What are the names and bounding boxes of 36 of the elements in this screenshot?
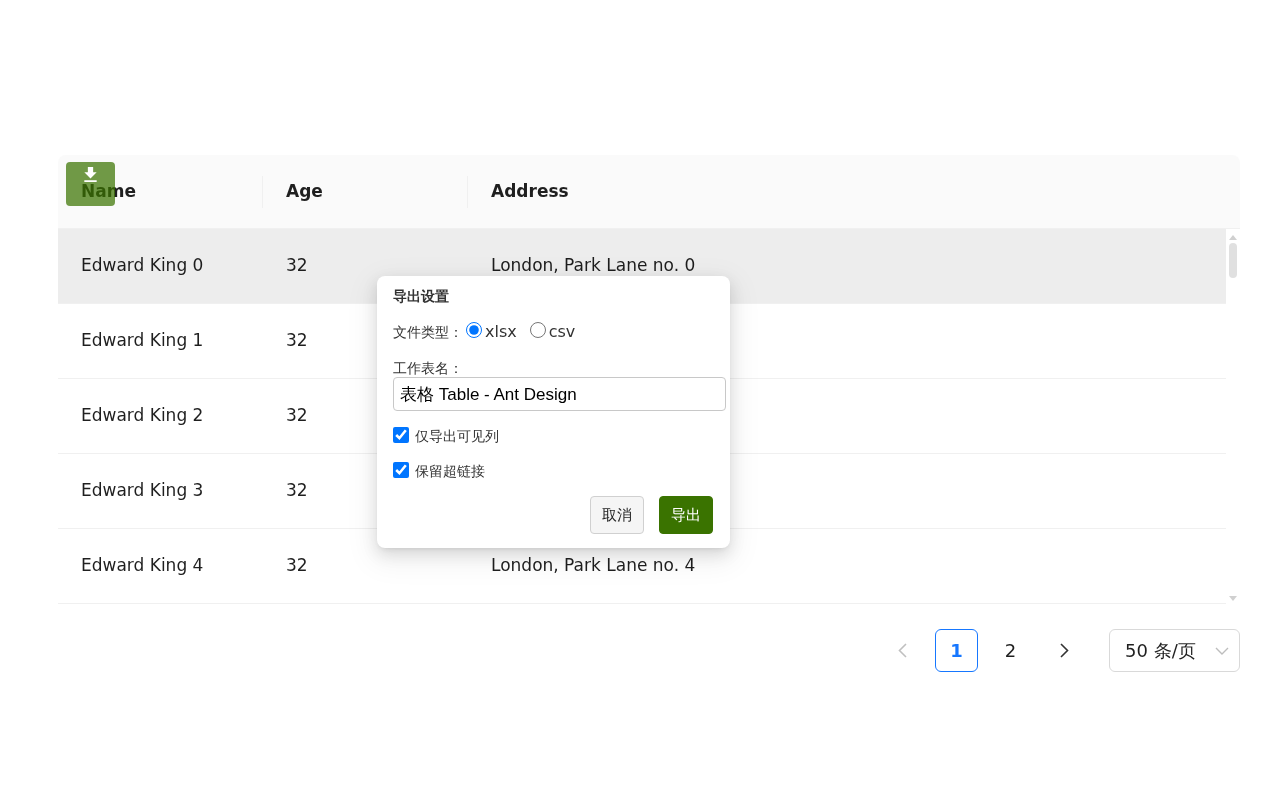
radio-button[interactable] — [466, 322, 482, 338]
table-cell-text: 32 — [286, 329, 308, 353]
popover-title: 导出设置 — [393, 287, 450, 306]
sheet-name-input[interactable]: 表格 Table - Ant Design — [393, 377, 726, 412]
checkbox[interactable] — [393, 461, 409, 478]
export-button[interactable]: 导出 — [659, 496, 713, 535]
table-cell-text: London, Park Lane no. 4 — [491, 554, 696, 578]
radio-label[interactable]: csv — [548, 320, 576, 344]
field-label: 文件类型： — [393, 322, 463, 342]
cancel-button[interactable]: 取消 — [590, 496, 644, 535]
radio-button[interactable] — [529, 322, 546, 338]
checkbox[interactable] — [393, 426, 409, 443]
page-button[interactable]: 2 — [989, 629, 1032, 672]
field-label: 工作表名： — [393, 359, 464, 378]
table-cell-text: Edward King 1 — [81, 329, 204, 353]
checkbox-label[interactable]: 保留超链接 — [415, 461, 485, 483]
column-header: Address — [491, 182, 569, 201]
download-icon — [83, 167, 98, 182]
scrollbar-thumb[interactable] — [1229, 243, 1237, 278]
table-cell-text: London, Park Lane no. 0 — [491, 254, 696, 278]
chevron-left-icon — [898, 643, 907, 658]
table-cell-text: Edward King 0 — [81, 254, 204, 278]
chevron-down-icon — [1215, 646, 1229, 655]
table-cell-text: 32 — [286, 554, 308, 578]
page-button[interactable]: 1 — [935, 629, 978, 672]
table-cell-text: 32 — [286, 254, 308, 278]
checkbox-label[interactable]: 仅导出可见列 — [415, 426, 499, 448]
table-cell-text: 32 — [286, 404, 308, 428]
table-cell-text: 32 — [286, 479, 308, 503]
page-size-select[interactable]: 50 条/页 — [1109, 629, 1240, 672]
table-cell-text: Edward King 4 — [81, 554, 204, 578]
chevron-right-icon — [1060, 643, 1069, 658]
table-cell-text: Edward King 2 — [81, 404, 204, 428]
column-header: Age — [286, 182, 323, 201]
table-cell-text: Edward King 3 — [81, 479, 204, 503]
radio-label[interactable]: xlsx — [485, 320, 517, 344]
